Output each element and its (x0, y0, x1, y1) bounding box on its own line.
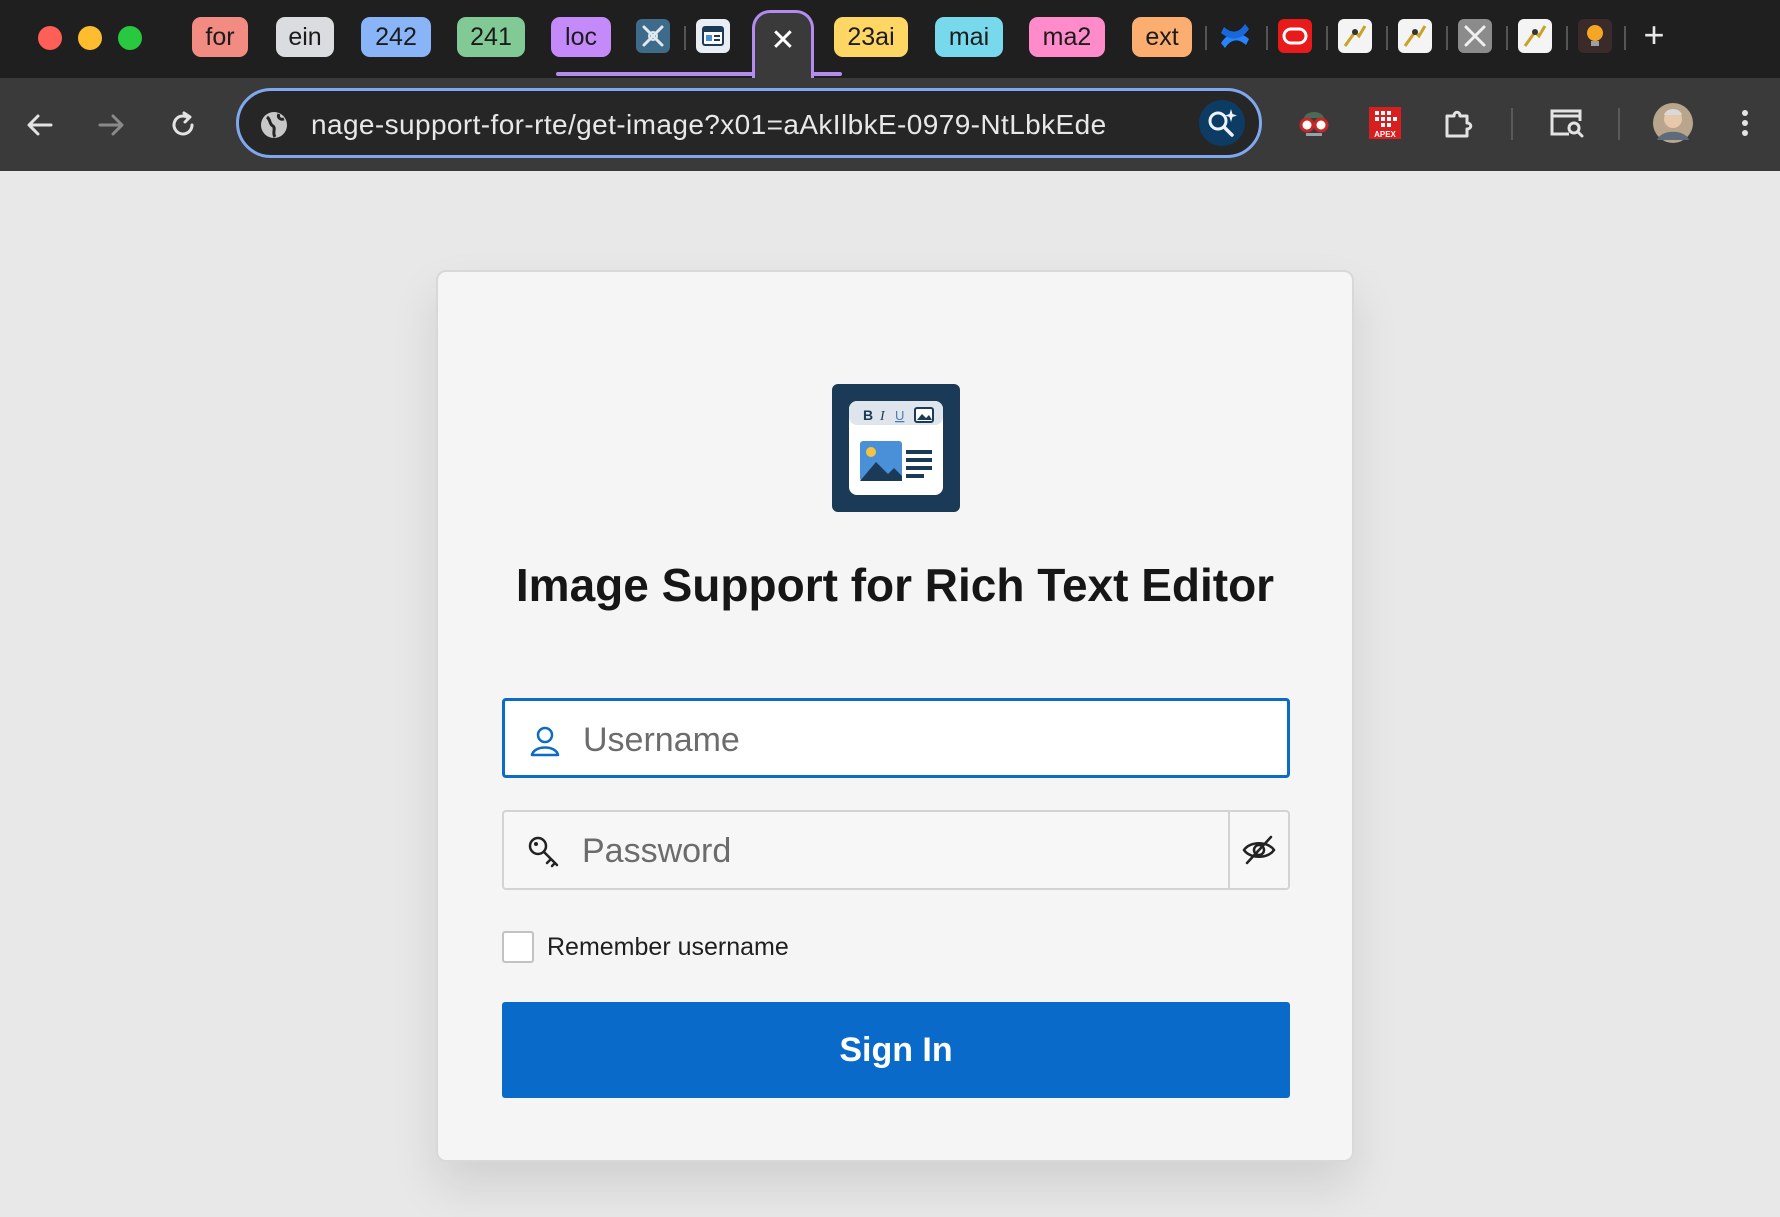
back-button[interactable] (18, 103, 62, 147)
show-password-button[interactable] (1228, 812, 1288, 888)
tab-group-242[interactable]: 242 (361, 17, 431, 57)
extensions-puzzle-icon[interactable] (1436, 100, 1482, 146)
globe-icon[interactable] (257, 108, 291, 142)
tab-group-23ai[interactable]: 23ai (834, 17, 908, 57)
window-minimize-button[interactable] (78, 26, 102, 50)
apex-badge-label: APEX (1374, 130, 1396, 139)
close-tab-icon[interactable]: ✕ (755, 23, 811, 58)
tab-document-icon[interactable] (696, 19, 730, 53)
svg-text:U: U (895, 408, 904, 423)
reload-icon (172, 111, 194, 136)
url-text[interactable]: nage-support-for-rte/get-image?x01=aAkIl… (311, 109, 1191, 143)
profile-avatar[interactable] (1650, 100, 1696, 146)
window-close-button[interactable] (38, 26, 62, 50)
password-field[interactable] (502, 810, 1290, 890)
remember-username-checkbox[interactable] (502, 931, 534, 963)
username-field[interactable] (502, 698, 1290, 778)
search-sparkle-icon (1208, 109, 1237, 137)
password-input[interactable] (582, 824, 1142, 878)
tab-tools-icon[interactable] (1458, 19, 1492, 53)
active-tab[interactable]: ✕ (752, 10, 814, 78)
tab-strip: for ein 242 241 loc ✕ 23ai mai ma2 ext + (0, 0, 1780, 78)
browser-toolbar: nage-support-for-rte/get-image?x01=aAkIl… (0, 78, 1780, 171)
tab-jmeter-icon[interactable] (1518, 19, 1552, 53)
login-card: B I U Image Support for Rich Text Editor… (436, 270, 1354, 1162)
tab-search-icon[interactable] (1544, 100, 1590, 146)
arrow-left-icon (27, 114, 53, 136)
search-lens-button[interactable] (1199, 100, 1245, 146)
tab-group-for[interactable]: for (192, 17, 248, 57)
rich-text-editor-icon: B I U (849, 401, 943, 495)
reload-button[interactable] (161, 103, 205, 147)
tab-confluence-icon[interactable] (1218, 19, 1252, 53)
username-input[interactable] (583, 713, 1223, 767)
svg-text:B: B (863, 407, 873, 423)
tab-group-241[interactable]: 241 (457, 17, 525, 57)
extension-apex-icon[interactable]: APEX (1362, 100, 1408, 146)
tab-jmeter-icon[interactable] (1338, 19, 1372, 53)
remember-username-label[interactable]: Remember username (547, 933, 789, 962)
tab-oracle-icon[interactable] (1278, 19, 1312, 53)
window-zoom-button[interactable] (118, 26, 142, 50)
browser-menu-icon[interactable] (1722, 100, 1768, 146)
tab-group-ma2[interactable]: ma2 (1029, 17, 1105, 57)
tab-jmeter-icon[interactable] (1398, 19, 1432, 53)
key-icon (528, 836, 559, 868)
tab-tools-icon[interactable] (636, 19, 670, 53)
tab-group-ein[interactable]: ein (276, 17, 334, 57)
arrow-right-icon (98, 114, 124, 136)
tab-group-loc[interactable]: loc (551, 17, 611, 57)
tab-group-mai[interactable]: mai (935, 17, 1003, 57)
new-tab-button[interactable]: + (1636, 14, 1672, 60)
tab-group-ext[interactable]: ext (1132, 17, 1192, 57)
user-icon (530, 726, 560, 757)
forward-button[interactable] (89, 103, 133, 147)
sign-in-button[interactable]: Sign In (502, 1002, 1290, 1098)
app-logo: B I U (832, 384, 960, 512)
page-title: Image Support for Rich Text Editor (515, 559, 1275, 611)
remember-username[interactable]: Remember username (502, 930, 789, 964)
extension-spy-icon[interactable] (1291, 100, 1337, 146)
eye-slash-icon (1242, 835, 1276, 865)
tab-lightbulb-icon[interactable] (1578, 19, 1612, 53)
address-bar[interactable]: nage-support-for-rte/get-image?x01=aAkIl… (236, 88, 1262, 158)
